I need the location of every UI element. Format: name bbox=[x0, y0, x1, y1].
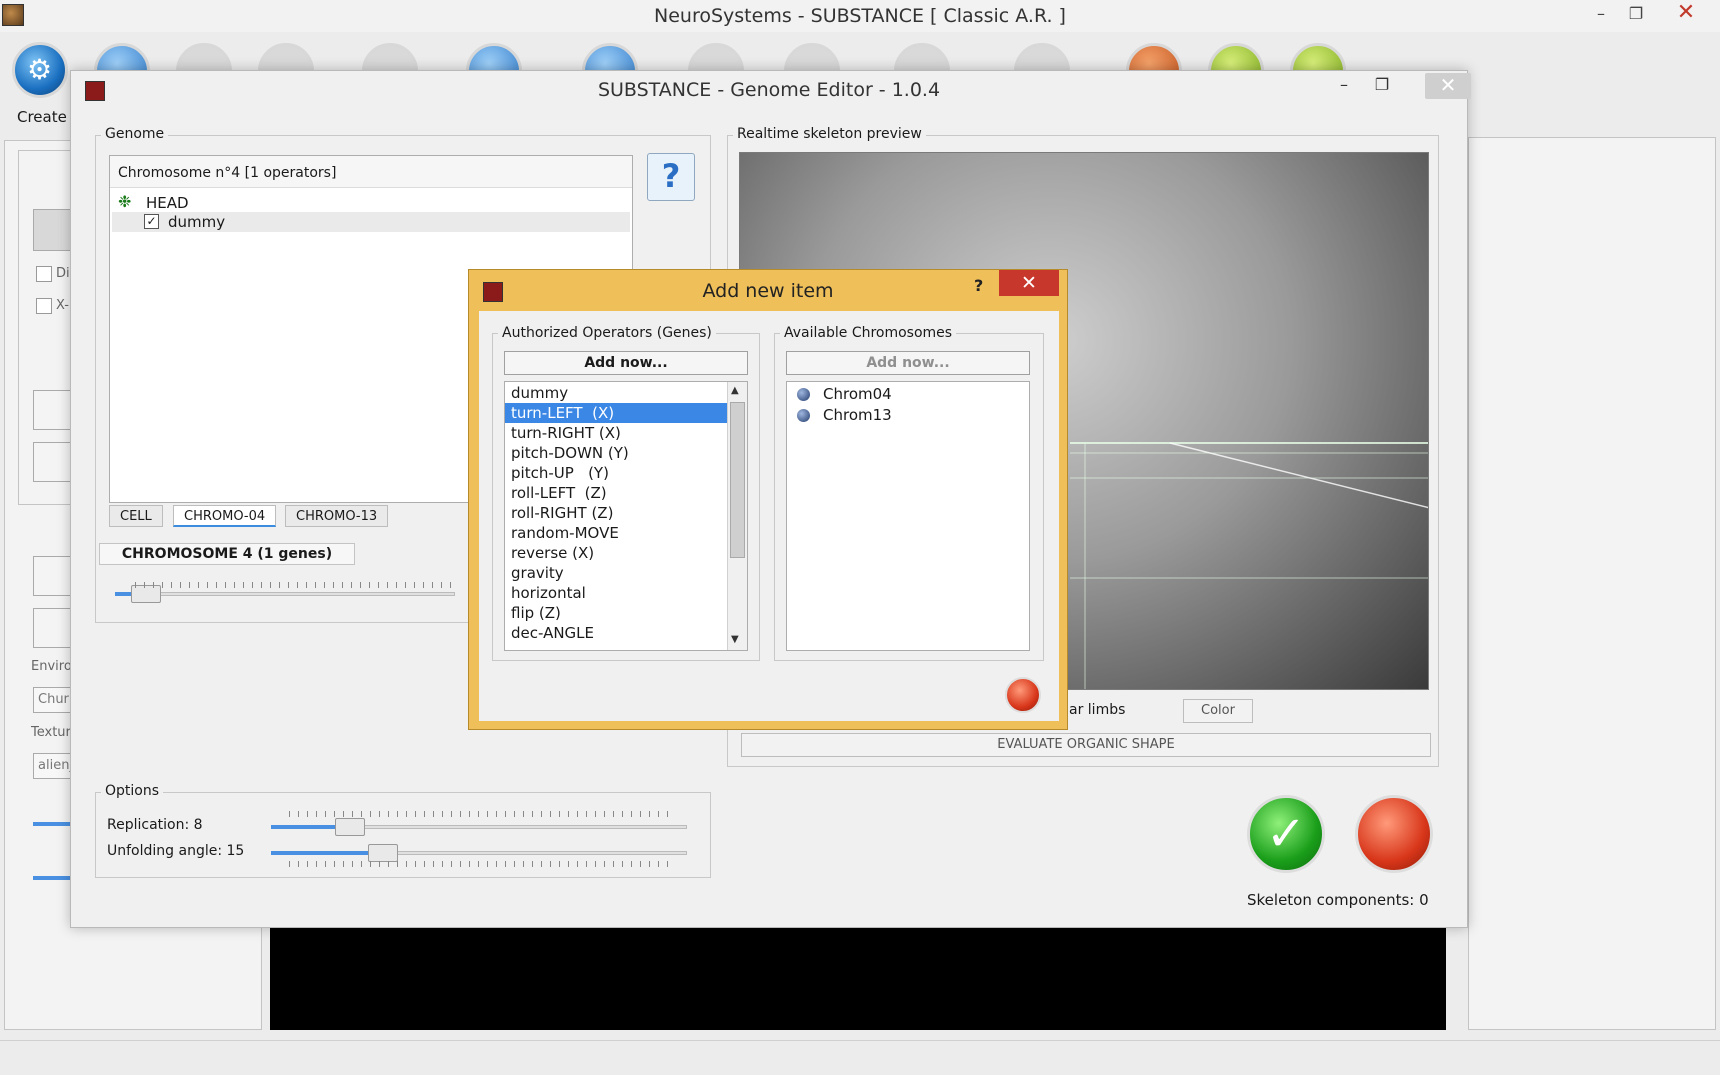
main-window-title: NeuroSystems - SUBSTANCE [ Classic A.R. … bbox=[654, 5, 1066, 27]
operator-item[interactable]: flip (Z) bbox=[505, 603, 727, 623]
operator-item[interactable]: turn-LEFT (X) bbox=[505, 403, 727, 423]
status-bar bbox=[0, 1040, 1720, 1075]
operator-item[interactable]: roll-LEFT (Z) bbox=[505, 483, 727, 503]
editor-close-button[interactable]: ✕ bbox=[1425, 73, 1471, 99]
operator-item[interactable]: random-MOVE bbox=[505, 523, 727, 543]
tree-header: Chromosome n°4 [1 operators] bbox=[110, 156, 632, 188]
gene-head-icon: ❉ bbox=[118, 192, 132, 211]
operator-item[interactable]: pitch-DOWN (Y) bbox=[505, 443, 727, 463]
left-panel-button-3[interactable] bbox=[33, 442, 73, 482]
checkbox-di[interactable] bbox=[36, 266, 52, 282]
close-button[interactable]: ✕ bbox=[1672, 0, 1700, 25]
create-label: Create bbox=[17, 108, 67, 126]
operator-item[interactable]: roll-RIGHT (Z) bbox=[505, 503, 727, 523]
chromosomes-list[interactable]: Chrom04 Chrom13 bbox=[786, 381, 1030, 651]
checkbox-x[interactable] bbox=[36, 298, 52, 314]
options-legend: Options bbox=[101, 783, 164, 799]
add-new-item-dialog: Add new item ? ✕ Authorized Operators (G… bbox=[468, 269, 1068, 730]
question-mark-icon[interactable]: ? bbox=[647, 153, 695, 201]
operators-legend: Authorized Operators (Genes) bbox=[498, 325, 716, 341]
tree-root-head[interactable]: HEAD bbox=[146, 194, 189, 212]
chromosome-bullet-icon bbox=[797, 409, 810, 422]
preview-legend: Realtime skeleton preview bbox=[733, 126, 926, 142]
minimize-button[interactable]: – bbox=[1587, 4, 1615, 26]
unfolding-slider-fill bbox=[271, 851, 384, 855]
replication-slider-thumb[interactable] bbox=[335, 818, 366, 836]
left-slider-2[interactable] bbox=[33, 876, 73, 880]
cancel-ball-button[interactable] bbox=[1355, 795, 1433, 873]
dummy-checkbox[interactable]: ✓ bbox=[144, 214, 159, 229]
right-side-panel bbox=[1468, 137, 1716, 1030]
operator-item[interactable]: reverse (X) bbox=[505, 543, 727, 563]
dialog-cancel-ball-button[interactable] bbox=[1005, 677, 1041, 713]
chromosome-item[interactable]: Chrom13 bbox=[823, 406, 892, 424]
environment-field[interactable]: Chur bbox=[33, 687, 73, 713]
checkbox-di-label: Di bbox=[56, 266, 70, 281]
chromosome-item[interactable]: Chrom04 bbox=[823, 385, 892, 403]
unfolding-slider-thumb[interactable] bbox=[368, 844, 399, 862]
gear-icon: ⚙ bbox=[27, 53, 53, 86]
color-button[interactable]: Color bbox=[1183, 699, 1253, 723]
replication-ticks bbox=[289, 811, 669, 817]
left-panel-button-2[interactable] bbox=[33, 390, 73, 430]
editor-maximize-button[interactable]: ❐ bbox=[1367, 75, 1397, 99]
operator-item[interactable]: dummy bbox=[505, 383, 727, 403]
operator-item[interactable]: pitch-UP (Y) bbox=[505, 463, 727, 483]
environment-label: Enviro bbox=[31, 659, 72, 674]
texture-label: Textur bbox=[31, 725, 71, 740]
render-viewport bbox=[270, 928, 1446, 1030]
editor-minimize-button[interactable]: – bbox=[1329, 75, 1359, 99]
add-chromosome-button[interactable]: Add now... bbox=[786, 351, 1030, 375]
tree-child-dummy[interactable]: dummy bbox=[168, 213, 225, 231]
limbs-label: ar limbs bbox=[1069, 702, 1126, 718]
operators-scrollbar[interactable]: ▲ ▼ bbox=[727, 382, 747, 650]
tab-chromo-04[interactable]: CHROMO-04 bbox=[173, 505, 277, 527]
operators-list[interactable]: dummy turn-LEFT (X) turn-RIGHT (X) pitch-DO… bbox=[504, 381, 748, 651]
operator-item[interactable]: dec-ANGLE bbox=[505, 623, 727, 643]
replication-label: Replication: 8 bbox=[107, 817, 203, 833]
texture-field[interactable]: alien_ bbox=[33, 753, 76, 779]
skeleton-components-label: Skeleton components: 0 bbox=[1247, 891, 1429, 909]
operator-item[interactable]: gravity bbox=[505, 563, 727, 583]
unfolding-ticks bbox=[289, 861, 669, 867]
tab-chromo-13[interactable]: CHROMO-13 bbox=[285, 505, 389, 527]
dialog-help-button[interactable]: ? bbox=[974, 276, 983, 295]
dialog-close-button[interactable]: ✕ bbox=[999, 270, 1059, 296]
left-panel-button-4[interactable] bbox=[33, 556, 73, 596]
checkmark-icon[interactable]: ✓ bbox=[1247, 795, 1325, 873]
unfolding-angle-label: Unfolding angle: 15 bbox=[107, 843, 245, 859]
create-button[interactable]: ⚙ bbox=[12, 42, 68, 98]
checkbox-x-label: X- bbox=[56, 298, 69, 313]
left-panel-button[interactable] bbox=[33, 209, 73, 251]
left-panel-button-5[interactable] bbox=[33, 608, 73, 648]
chromosome-bullet-icon bbox=[797, 388, 810, 401]
operator-item[interactable]: horizontal bbox=[505, 583, 727, 603]
genome-legend: Genome bbox=[101, 126, 169, 142]
scroll-up-icon[interactable]: ▲ bbox=[731, 385, 739, 396]
restore-button[interactable]: ❐ bbox=[1622, 4, 1650, 26]
scroll-thumb[interactable] bbox=[730, 402, 745, 558]
evaluate-organic-shape-button[interactable]: EVALUATE ORGANIC SHAPE bbox=[741, 733, 1431, 757]
dialog-body: Authorized Operators (Genes) Add now... … bbox=[479, 311, 1059, 721]
add-operator-button[interactable]: Add now... bbox=[504, 351, 748, 375]
editor-title: SUBSTANCE - Genome Editor - 1.0.4 bbox=[597, 79, 941, 101]
chromosomes-legend: Available Chromosomes bbox=[780, 325, 957, 341]
chromosome-label: CHROMOSOME 4 (1 genes) bbox=[99, 543, 355, 565]
chromosome-slider[interactable] bbox=[115, 592, 455, 596]
tab-cell[interactable]: CELL bbox=[109, 505, 163, 527]
scroll-down-icon[interactable]: ▼ bbox=[731, 634, 739, 645]
operator-item[interactable]: turn-RIGHT (X) bbox=[505, 423, 727, 443]
left-slider-1[interactable] bbox=[33, 822, 73, 826]
chromosome-slider-ticks bbox=[135, 582, 455, 588]
